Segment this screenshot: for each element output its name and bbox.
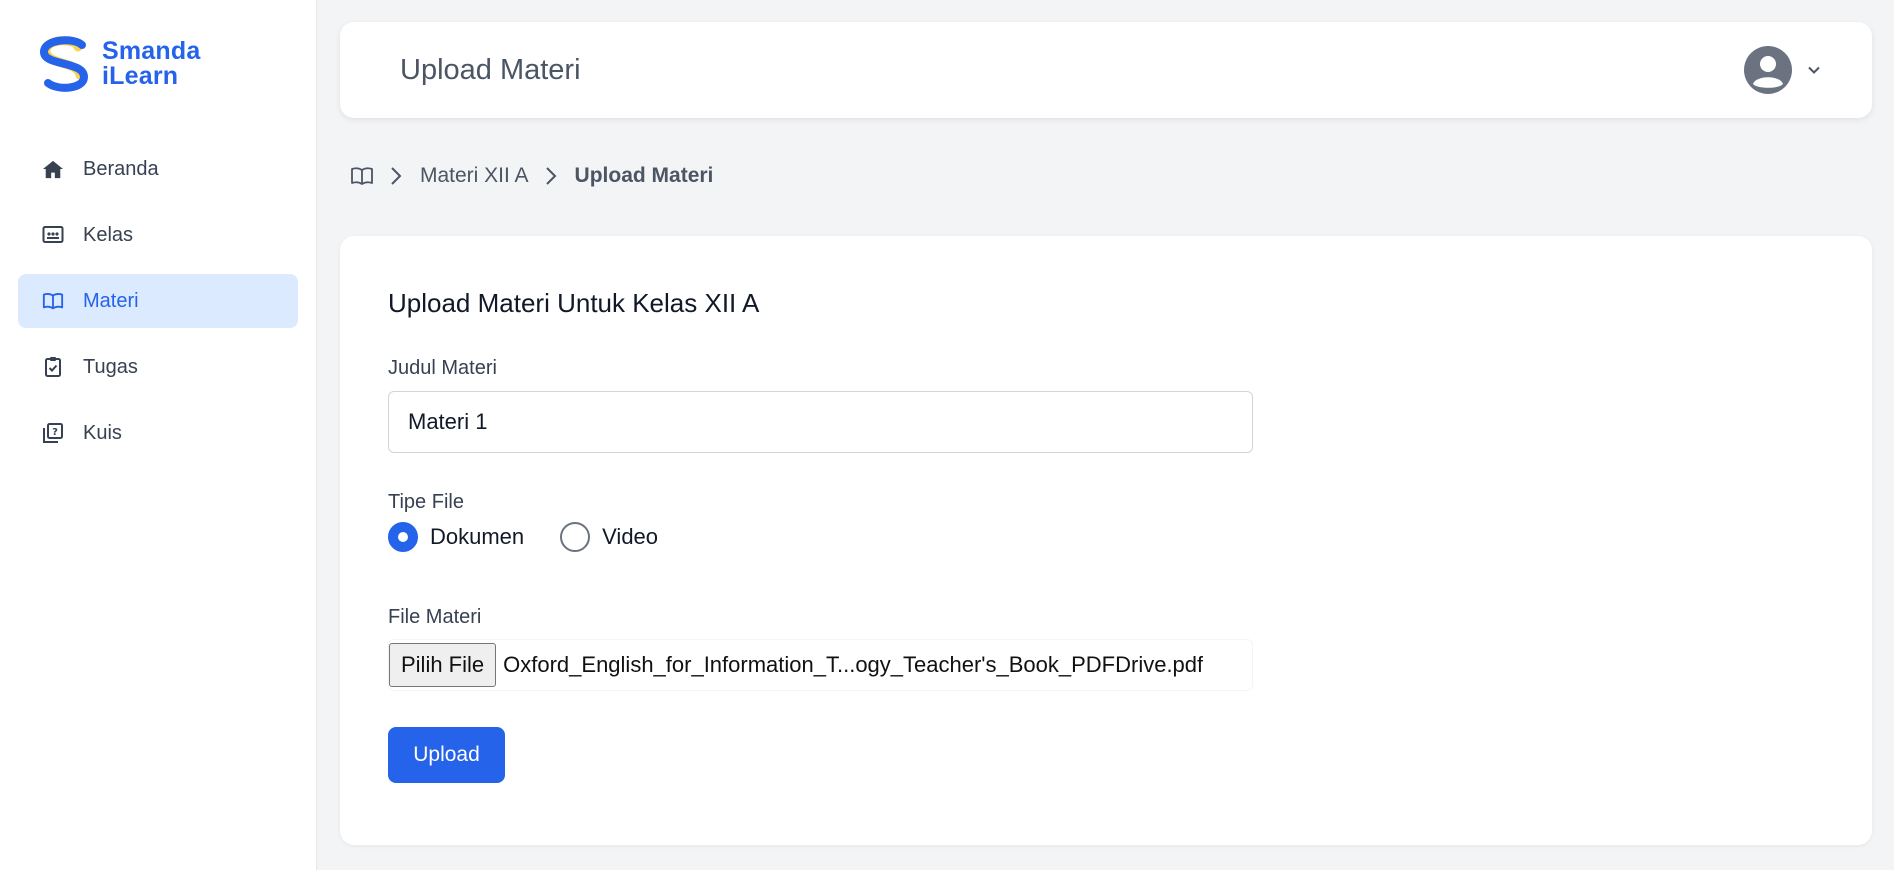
quiz-icon: ?	[42, 422, 64, 444]
tipe-file-label: Tipe File	[388, 491, 464, 513]
top-header: Upload Materi	[340, 22, 1872, 118]
radio-video[interactable]: Video	[560, 522, 658, 552]
clipboard-check-icon	[42, 356, 64, 378]
sidebar-item-kelas[interactable]: Kelas	[18, 208, 298, 262]
choose-file-button[interactable]: Pilih File	[389, 643, 497, 687]
sidebar-item-beranda[interactable]: Beranda	[18, 142, 298, 196]
breadcrumb-link-materi[interactable]: Materi XII A	[420, 164, 529, 188]
sidebar-item-label: Materi	[83, 289, 139, 312]
chevron-right-icon	[545, 166, 557, 186]
upload-form-card: Upload Materi Untuk Kelas XII A Judul Ma…	[340, 236, 1872, 845]
logo[interactable]: Smanda iLearn	[0, 0, 316, 100]
logo-icon	[39, 36, 89, 92]
radio-video-control[interactable]	[560, 522, 591, 552]
radio-video-label[interactable]: Video	[602, 524, 658, 550]
sidebar-item-label: Beranda	[83, 157, 159, 180]
radio-dokumen-label[interactable]: Dokumen	[430, 524, 524, 550]
sidebar-item-kuis[interactable]: ? Kuis	[18, 406, 298, 460]
radio-dokumen[interactable]: Dokumen	[388, 522, 524, 552]
file-materi-label: File Materi	[388, 606, 482, 628]
app: Smanda iLearn Beranda Kelas Materi Tugas…	[0, 0, 1894, 870]
radio-dokumen-control[interactable]	[388, 522, 418, 552]
upload-button[interactable]: Upload	[388, 727, 505, 783]
file-input[interactable]: Pilih File Oxford_English_for_Informatio…	[388, 639, 1253, 691]
tipe-file-radio-group: Dokumen Video	[388, 522, 1824, 552]
selected-file-name: Oxford_English_for_Information_T...ogy_T…	[503, 652, 1204, 677]
book-open-icon[interactable]	[350, 166, 374, 186]
sidebar-item-tugas[interactable]: Tugas	[18, 340, 298, 394]
sidebar-item-label: Kuis	[83, 421, 122, 444]
sidebar-item-label: Tugas	[83, 355, 138, 378]
chevron-right-icon	[390, 166, 402, 186]
book-open-icon	[42, 290, 64, 312]
breadcrumb: Materi XII A Upload Materi	[340, 146, 1872, 206]
breadcrumb-current: Upload Materi	[574, 164, 714, 187]
user-avatar-icon	[1744, 46, 1792, 94]
sidebar: Smanda iLearn Beranda Kelas Materi Tugas…	[0, 0, 317, 870]
sidebar-item-materi[interactable]: Materi	[18, 274, 298, 328]
main-content: Upload Materi Materi XII A Upload Materi…	[317, 0, 1894, 870]
page-title: Upload Materi	[400, 53, 581, 86]
judul-label: Judul Materi	[388, 357, 497, 379]
svg-text:?: ?	[52, 427, 58, 438]
home-icon	[42, 158, 64, 180]
user-menu[interactable]	[1744, 46, 1822, 94]
sidebar-item-label: Kelas	[83, 223, 134, 246]
sidebar-nav: Beranda Kelas Materi Tugas ? Kuis	[0, 142, 316, 460]
form-title: Upload Materi Untuk Kelas XII A	[388, 288, 760, 318]
brand-line-2: iLearn	[102, 62, 179, 90]
classroom-icon	[42, 224, 64, 246]
chevron-down-icon	[1808, 66, 1820, 74]
brand-line-1: Smanda	[102, 37, 201, 65]
judul-materi-input[interactable]	[388, 391, 1253, 453]
